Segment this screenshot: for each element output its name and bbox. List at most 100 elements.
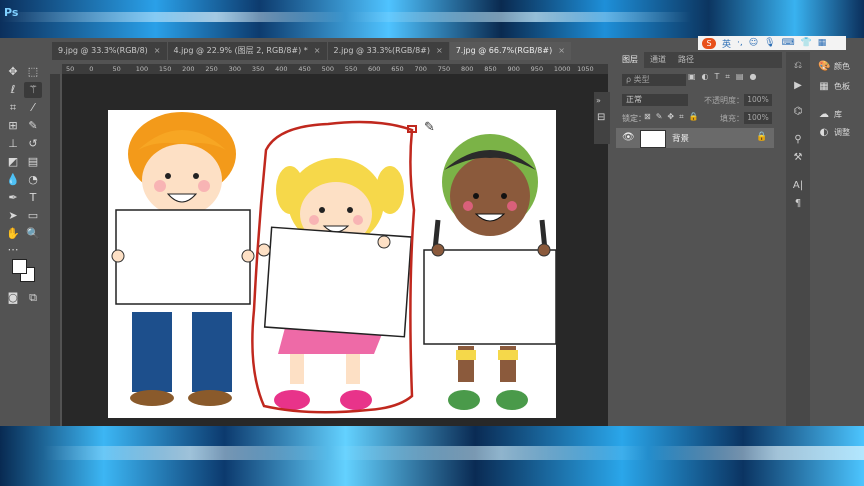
ime-punct-icon[interactable]: ·,: [737, 38, 743, 48]
color-panel-button[interactable]: 🎨 颜色: [818, 58, 850, 74]
layer-row[interactable]: 👁 背景 🔒: [616, 128, 774, 148]
healing-brush-icon[interactable]: ⊞: [4, 118, 22, 134]
tab-layers[interactable]: 图层: [616, 52, 644, 68]
top-video-band: [0, 0, 864, 38]
tab-channels[interactable]: 通道: [644, 52, 672, 68]
ruler-tick-label: 200: [182, 65, 195, 73]
layers-panel-tabs: 图层 通道 路径: [616, 52, 782, 68]
ruler-tick-label: 450: [298, 65, 311, 73]
ruler-tick-label: 0: [89, 65, 94, 73]
close-icon[interactable]: ×: [558, 46, 565, 55]
history-icon[interactable]: ⎌: [790, 58, 806, 74]
tools-panel: ✥ ⬚ ℓ ⚚ ⌗ ⁄ ⊞ ✎ ⊥ ↺ ◩ ▤ 💧 ◔ ✒ T ➤ ▭ ✋ 🔍 …: [0, 60, 48, 426]
path-selection-icon[interactable]: ➤: [4, 208, 22, 224]
ime-menu-icon[interactable]: ▦: [818, 38, 827, 48]
adjustments-panel-button[interactable]: ◐ 调整: [818, 124, 850, 140]
clone-stamp-icon[interactable]: ⊥: [4, 136, 22, 152]
gradient-tool-icon[interactable]: ▤: [24, 154, 42, 170]
ruler-tick-label: 900: [507, 65, 520, 73]
photoshop-logo: Ps: [4, 6, 19, 19]
ime-toolbar: S 英 ·, ☺ 🎙 ⌨ 👕 ▦: [698, 36, 846, 50]
close-icon[interactable]: ×: [314, 46, 321, 55]
play-actions-icon[interactable]: ▶: [790, 78, 806, 94]
marquee-tool-icon[interactable]: ⬚: [24, 64, 42, 80]
girl-figure: [257, 158, 413, 410]
move-tool-icon[interactable]: ✥: [4, 64, 22, 80]
more-tools-icon[interactable]: ⋯: [4, 242, 22, 258]
kids-illustration: [111, 112, 556, 414]
ruler-tick-label: 50: [112, 65, 121, 73]
quick-mask-icon[interactable]: ◙: [4, 290, 22, 306]
paragraph-icon[interactable]: ¶: [790, 196, 806, 212]
clone-source-icon[interactable]: ⚲: [790, 132, 806, 148]
blend-mode-select[interactable]: 正常: [622, 94, 688, 106]
fill-input[interactable]: 100%: [744, 112, 772, 124]
tab-9-jpg[interactable]: 9.jpg @ 33.3%(RGB/8) ×: [52, 42, 167, 60]
blur-tool-icon[interactable]: 💧: [4, 172, 22, 188]
boy-figure: [111, 112, 255, 406]
properties-icon[interactable]: ⊟: [597, 112, 605, 123]
layer-thumbnail: [640, 130, 666, 148]
opacity-label: 不透明度：: [704, 96, 744, 105]
opacity-input[interactable]: 100%: [744, 94, 772, 106]
ruler-tick-label: 850: [484, 65, 497, 73]
brush-presets-icon[interactable]: ⌬: [790, 104, 806, 120]
character-icon[interactable]: A|: [790, 178, 806, 194]
brush-tool-icon[interactable]: ✎: [24, 118, 42, 134]
ruler-tick-label: 950: [530, 65, 544, 73]
ruler-tick-label: 400: [275, 65, 288, 73]
type-tool-icon[interactable]: T: [24, 190, 42, 206]
crop-tool-icon[interactable]: ⌗: [4, 100, 22, 116]
ime-keyboard-icon[interactable]: ⌨: [782, 38, 795, 48]
ime-mic-icon[interactable]: 🎙: [764, 38, 775, 48]
expand-icon[interactable]: »: [596, 96, 601, 105]
swatches-panel-button[interactable]: ▦ 色板: [818, 78, 850, 94]
pen-tool-icon[interactable]: ✒: [4, 190, 22, 206]
libraries-panel-button[interactable]: ☁ 库: [818, 106, 842, 122]
tab-paths[interactable]: 路径: [672, 52, 700, 68]
lasso-tool-icon[interactable]: ℓ: [4, 82, 22, 98]
shape-tool-icon[interactable]: ▭: [24, 208, 42, 224]
ruler-tick-label: 300: [228, 65, 242, 73]
filter-icons[interactable]: ▣◐T⌗▤●: [688, 72, 762, 82]
layer-name: 背景: [672, 134, 690, 144]
ruler-tick-label: 250: [205, 65, 218, 73]
dodge-tool-icon[interactable]: ◔: [24, 172, 42, 188]
tab-4-jpg[interactable]: 4.jpg @ 22.9% (图层 2, RGB/8#) * ×: [167, 42, 327, 60]
ruler-tick-label: 1050: [577, 65, 594, 73]
bottom-video-band: [0, 426, 864, 486]
lock-icon: 🔒: [756, 132, 768, 142]
foreground-color-swatch[interactable]: [12, 259, 27, 274]
eye-icon[interactable]: 👁: [622, 132, 635, 143]
lock-label: 锁定：: [622, 114, 646, 123]
screen-mode-icon[interactable]: ⧉: [24, 290, 42, 306]
ruler-tick-label: 750: [437, 65, 451, 73]
history-brush-icon[interactable]: ↺: [24, 136, 42, 152]
eyedropper-tool-icon[interactable]: ⁄: [24, 100, 42, 116]
ime-skin-icon[interactable]: 👕: [801, 38, 812, 48]
lock-icons[interactable]: ⊠✎✥⌗🔒: [644, 112, 704, 122]
palette-icon: 🎨: [818, 60, 831, 72]
collapsed-panel-strip[interactable]: » ⊟: [594, 92, 610, 144]
libraries-icon: ☁: [819, 108, 829, 120]
tab-2-jpg[interactable]: 2.jpg @ 33.3%(RGB/8#) ×: [327, 42, 449, 60]
mini-icon-dock: ⎌ ▶ ⌬ ⚲ ⚒ A| ¶: [786, 52, 810, 426]
blank-sign-1: [115, 209, 251, 305]
tab-7-jpg[interactable]: 7.jpg @ 66.7%(RGB/8#) ×: [449, 42, 571, 60]
ime-emoji-icon[interactable]: ☺: [749, 38, 758, 48]
magic-wand-tool-icon[interactable]: ⚚: [24, 82, 42, 98]
close-icon[interactable]: ×: [436, 46, 443, 55]
ruler-tick-label: 800: [460, 65, 474, 73]
close-icon[interactable]: ×: [154, 46, 161, 55]
layer-filter-select[interactable]: ρ 类型: [622, 74, 686, 86]
eraser-tool-icon[interactable]: ◩: [4, 154, 22, 170]
tool-presets-icon[interactable]: ⚒: [790, 150, 806, 166]
horizontal-ruler: 50 0 50 100 150 200 250 300 350 400 450 500 550 600 65…: [62, 64, 608, 74]
zoom-tool-icon[interactable]: 🔍: [24, 226, 42, 242]
hand-tool-icon[interactable]: ✋: [4, 226, 22, 242]
ruler-tick-label: 700: [414, 65, 427, 73]
ruler-tick-label: 50: [66, 65, 75, 73]
ruler-tick-label: 550: [344, 65, 358, 73]
ime-language-label[interactable]: 英: [722, 37, 731, 50]
document-image[interactable]: ✎: [108, 110, 556, 418]
